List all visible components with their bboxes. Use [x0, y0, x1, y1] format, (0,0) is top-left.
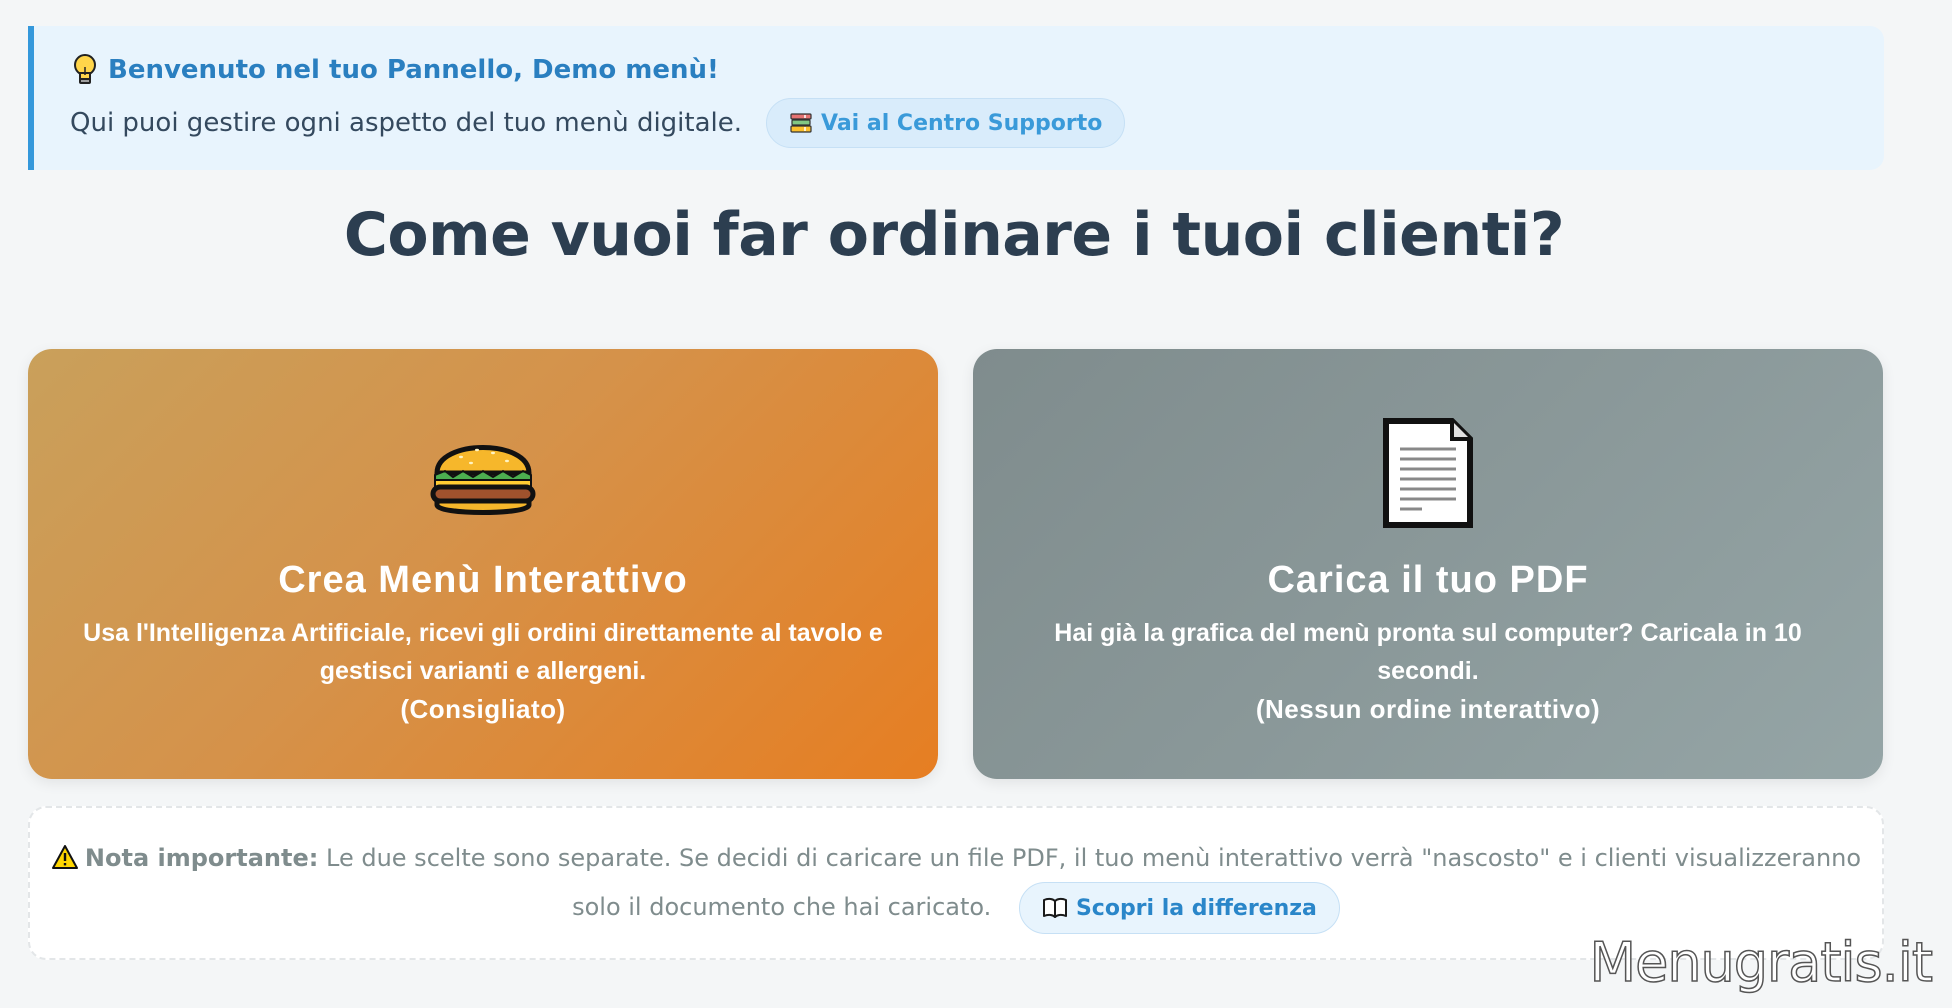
card-title: Crea Menù Interattivo: [278, 559, 688, 601]
card-note: (Consigliato): [400, 694, 566, 724]
watermark: Menugratis.it: [1589, 930, 1934, 995]
books-icon: [789, 111, 813, 135]
create-interactive-menu-card[interactable]: Crea Menù Interattivo Usa l'Intelligenza…: [28, 349, 938, 779]
card-description: Hai già la grafica del menù pronta sul c…: [1054, 619, 1802, 685]
document-icon: [1372, 417, 1484, 529]
welcome-text: Qui puoi gestire ogni aspetto del tuo me…: [70, 108, 743, 138]
lightbulb-icon: [70, 53, 100, 87]
hamburger-icon: [427, 417, 539, 529]
welcome-banner: Benvenuto nel tuo Pannello, Demo menù! Q…: [28, 26, 1884, 170]
support-center-label: Vai al Centro Supporto: [821, 110, 1103, 136]
discover-difference-link[interactable]: Scopri la differenza: [1018, 882, 1340, 934]
support-center-link[interactable]: Vai al Centro Supporto: [766, 98, 1126, 148]
card-description: Usa l'Intelligenza Artificiale, ricevi g…: [83, 619, 883, 685]
welcome-title-row: Benvenuto nel tuo Pannello, Demo menù!: [70, 52, 1884, 88]
welcome-row: Qui puoi gestire ogni aspetto del tuo me…: [70, 98, 1884, 148]
page-title: Come vuoi far ordinare i tuoi clienti?: [343, 200, 1565, 270]
upload-pdf-card[interactable]: Carica il tuo PDF Hai già la grafica del…: [973, 349, 1883, 779]
open-book-icon: [1042, 897, 1068, 919]
card-note: (Nessun ordine interattivo): [1255, 694, 1601, 724]
warning-icon: [51, 838, 79, 869]
welcome-title: Benvenuto nel tuo Pannello, Demo menù!: [108, 55, 719, 85]
notice-label: Nota importante:: [84, 844, 319, 872]
card-title: Carica il tuo PDF: [1267, 559, 1589, 601]
discover-difference-label: Scopri la differenza: [1075, 895, 1317, 921]
